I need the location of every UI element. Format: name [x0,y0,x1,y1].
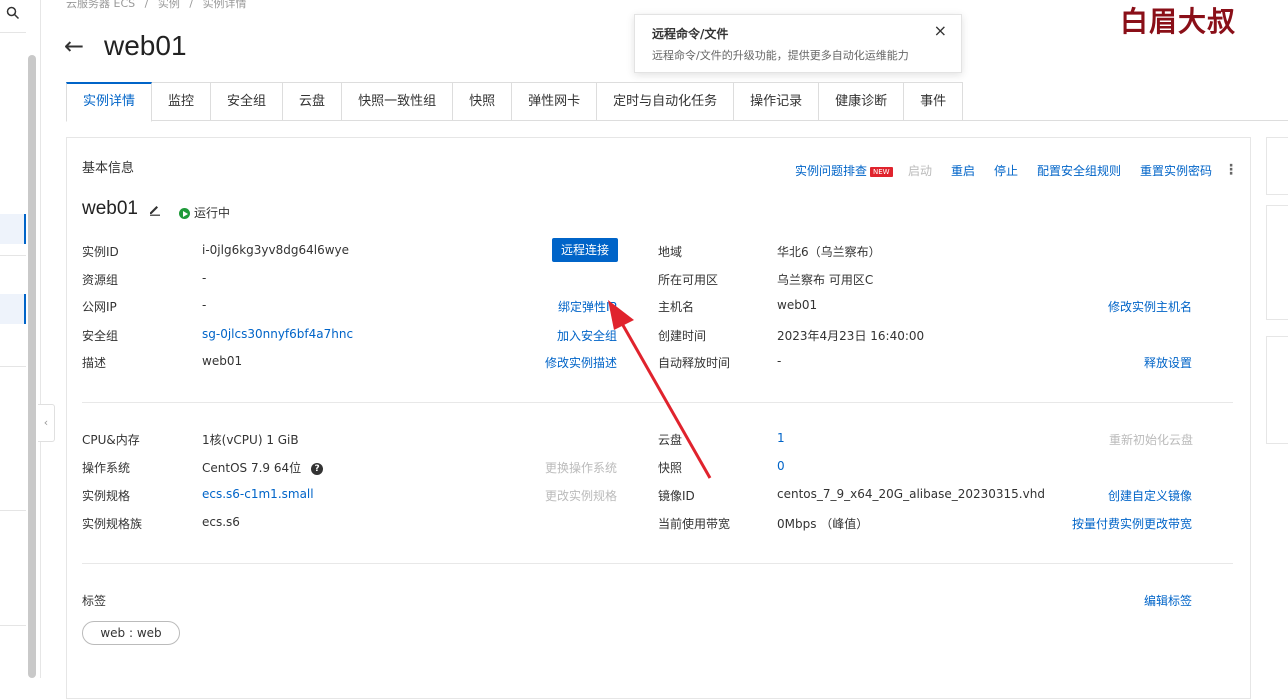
tab-events[interactable]: 事件 [904,82,964,121]
popover-title: 远程命令/文件 [652,27,729,41]
divider [82,563,1233,564]
reinit-disk-button[interactable]: 重新初始化云盘 [1109,431,1193,448]
stop-button[interactable]: 停止 [994,162,1018,179]
nav-scrollbar[interactable] [28,55,36,678]
value-public-ip: - [202,298,207,312]
label-zone: 所在可用区 [658,273,719,287]
value-instance-family: ecs.s6 [202,515,240,529]
value-hostname: web01 [777,298,818,312]
tag-chip[interactable]: web : web [82,621,180,645]
value-resource-group: - [202,271,207,285]
tab-health-diagnosis[interactable]: 健康诊断 [819,82,905,121]
breadcrumb-ecs[interactable]: 云服务器 ECS [66,0,135,10]
tab-disks[interactable]: 云盘 [283,82,343,121]
new-badge: NEW [870,166,893,177]
label-tags: 标签 [82,594,107,608]
page-title: web01 [104,30,187,61]
left-nav [0,0,41,678]
value-created-time: 2023年4月23日 16:40:00 [777,329,925,343]
tab-instance-details[interactable]: 实例详情 [66,82,153,122]
more-actions-icon[interactable]: ⋮ [1224,162,1238,178]
change-bandwidth-link[interactable]: 按量付费实例更改带宽 [1072,515,1192,532]
instance-name: web01 [82,198,138,219]
value-security-group[interactable]: sg-0jlcs30nnyf6bf4a7hnc [202,327,353,341]
tab-security-group[interactable]: 安全组 [211,82,284,121]
value-cpu-memory: 1核(vCPU) 1 GiB [202,433,299,447]
right-side-card [1266,137,1288,195]
value-disks[interactable]: 1 [777,431,785,445]
status-badge: 运行中 [179,204,230,221]
label-description: 描述 [82,356,107,370]
label-public-ip: 公网IP [82,300,117,314]
modify-hostname-link[interactable]: 修改实例主机名 [1108,298,1192,315]
breadcrumb: 云服务器 ECS / 实例 / 实例详情 [66,0,253,11]
value-region: 华北6（乌兰察布） [777,245,881,259]
edit-tags-link[interactable]: 编辑标签 [1144,592,1192,609]
label-os: 操作系统 [82,461,131,475]
value-os: CentOS 7.9 64位? [202,459,324,476]
value-snapshots[interactable]: 0 [777,459,785,473]
tab-operation-logs[interactable]: 操作记录 [734,82,820,121]
search-icon[interactable] [6,6,20,20]
edit-name-icon[interactable] [148,203,161,216]
tab-snapshots[interactable]: 快照 [453,82,513,121]
label-resource-group: 资源组 [82,273,119,287]
value-auto-release: - [777,354,782,368]
value-instance-id: i-0jlg6kg3yv8dg64l6wye [202,243,350,257]
tab-scheduled-tasks[interactable]: 定时与自动化任务 [597,82,735,121]
popover-description: 远程命令/文件的升级功能，提供更多自动化运维能力 [652,49,909,62]
tab-bar: 实例详情 监控 安全组 云盘 快照一致性组 快照 弹性网卡 定时与自动化任务 操… [66,82,1288,122]
watermark-logo: 白眉大叔 [1120,5,1237,38]
label-security-group: 安全组 [82,329,119,343]
tab-eni[interactable]: 弹性网卡 [512,82,598,121]
annotation-arrow-icon [608,300,712,479]
breadcrumb-instances[interactable]: 实例 [158,0,180,10]
label-instance-family: 实例规格族 [82,517,143,531]
value-description: web01 [202,354,243,368]
start-button[interactable]: 启动 [908,162,932,179]
collapse-nav-icon[interactable]: ‹ [38,404,55,442]
right-side-card [1266,205,1288,320]
label-cpu-memory: CPU&内存 [82,433,140,447]
configure-sg-rules-link[interactable]: 配置安全组规则 [1037,162,1121,179]
value-image-id: centos_7_9_x64_20G_alibase_20230315.vhd [777,487,1045,501]
label-instance-id: 实例ID [82,245,119,259]
value-zone: 乌兰察布 可用区C [777,273,874,287]
section-title-basic: 基本信息 [82,161,135,176]
label-instance-type: 实例规格 [82,489,131,503]
remote-command-popover: 远程命令/文件 远程命令/文件的升级功能，提供更多自动化运维能力 × [634,14,962,73]
nav-item-active[interactable] [0,214,26,244]
nav-item-selected[interactable] [0,294,26,324]
troubleshoot-link[interactable]: 实例问题排查 NEW [795,162,893,179]
back-arrow-icon[interactable]: ← [64,30,84,62]
label-bandwidth: 当前使用带宽 [658,517,731,531]
tab-snapshot-consistency[interactable]: 快照一致性组 [342,82,454,121]
reset-password-link[interactable]: 重置实例密码 [1140,162,1212,179]
tab-monitoring[interactable]: 监控 [152,82,212,121]
help-icon[interactable]: ? [311,462,324,475]
release-settings-link[interactable]: 释放设置 [1144,354,1192,371]
right-side-card [1266,336,1288,444]
label-region: 地域 [658,245,683,259]
remote-connect-button[interactable]: 远程连接 [552,238,618,262]
value-bandwidth: 0Mbps （峰值） [777,517,869,531]
breadcrumb-current: 实例详情 [202,0,247,10]
restart-button[interactable]: 重启 [951,162,975,179]
create-custom-image-link[interactable]: 创建自定义镜像 [1108,487,1192,504]
value-instance-type[interactable]: ecs.s6-c1m1.small [202,487,314,501]
close-icon[interactable]: × [934,21,947,40]
running-status-icon [179,208,190,219]
